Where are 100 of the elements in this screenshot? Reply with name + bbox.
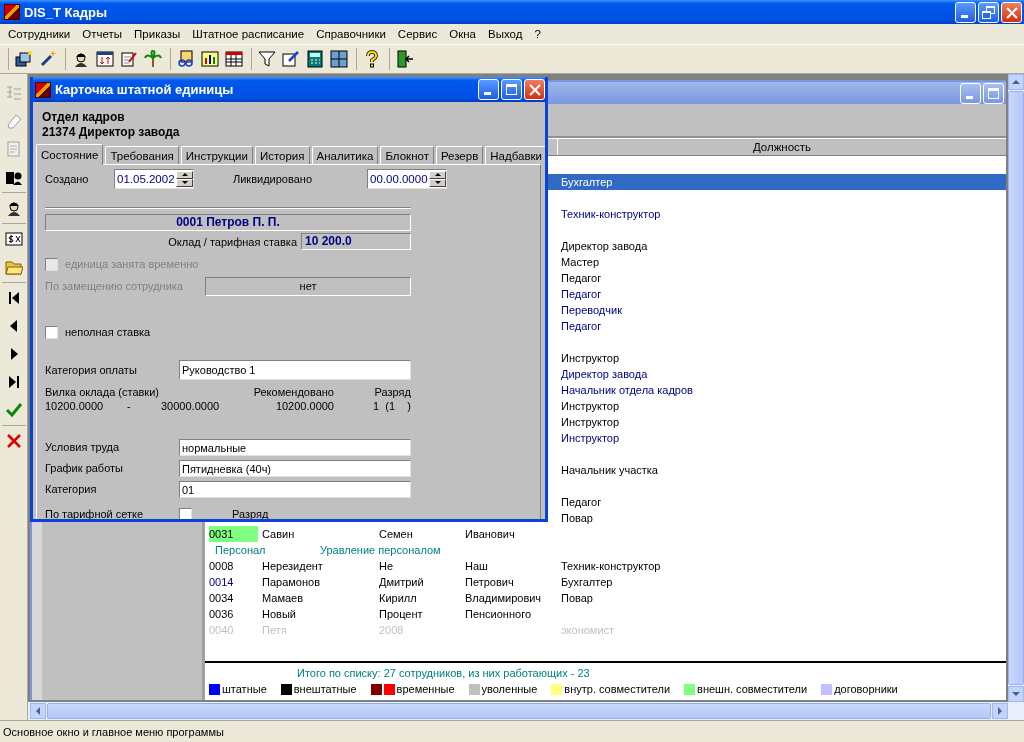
minimize-button[interactable] — [960, 82, 981, 104]
menu-item[interactable]: ? — [528, 28, 547, 40]
value-text: 1 (1 ) — [372, 399, 411, 413]
wand-icon[interactable] — [39, 50, 57, 68]
help-icon[interactable] — [363, 50, 381, 68]
tab[interactable]: Аналитика — [311, 146, 379, 164]
legend-label: временные — [396, 683, 455, 695]
status-text: Основное окно и главное меню программы — [3, 725, 224, 738]
table-cell-text: Не — [378, 559, 395, 574]
legend-label: внутр. совместители — [564, 683, 671, 695]
table-cell-text: Педагог — [560, 319, 603, 334]
field-label: Оклад / тарифная ставка — [168, 235, 297, 248]
restore-button[interactable] — [978, 1, 999, 23]
table-icon[interactable] — [225, 50, 243, 68]
maximize-button[interactable] — [501, 79, 522, 100]
scroll-right-button[interactable] — [992, 703, 1008, 719]
date-field[interactable]: 01.05.2002 — [114, 169, 194, 189]
legend-label: штатные — [222, 683, 267, 695]
checkbox-label: неполная ставка — [65, 326, 151, 338]
field-label: Категория — [45, 483, 98, 495]
minimize-button[interactable] — [955, 1, 976, 23]
scroll-down-button[interactable] — [1008, 686, 1024, 702]
field-label: Ликвидировано — [233, 173, 313, 185]
close-button[interactable] — [524, 79, 545, 100]
table-cell-text: Бухгалтер — [560, 175, 614, 190]
tab[interactable]: Блокнот — [380, 146, 434, 164]
table-cell-text: Педагог — [560, 271, 603, 286]
input-field[interactable]: нормальные — [179, 438, 411, 456]
menu-item[interactable]: Справочники — [310, 28, 392, 40]
money-document-icon[interactable] — [4, 230, 23, 248]
tab[interactable]: Надбавки — [485, 146, 545, 164]
close-button[interactable] — [1001, 1, 1022, 23]
tab[interactable]: Требования — [105, 146, 179, 164]
table-cell-text: Дмитрий — [378, 575, 425, 590]
sort-table-icon[interactable] — [96, 50, 114, 68]
horizontal-scrollbar[interactable] — [28, 702, 1024, 720]
table-cell-text: Кирилл — [378, 591, 418, 606]
table-cell-text: Петрович — [464, 575, 515, 590]
field-label: Условия труда — [45, 441, 121, 453]
chart-icon[interactable] — [201, 50, 219, 68]
menu-item[interactable]: Штатное расписание — [186, 28, 311, 40]
minimize-button[interactable] — [478, 79, 499, 100]
window-title: DIS_T Кадры — [24, 4, 109, 20]
table-cell-text: Повар — [560, 591, 594, 606]
menu-item[interactable]: Окна — [443, 28, 482, 40]
spin-down-button[interactable] — [176, 179, 193, 187]
cross-icon[interactable] — [4, 432, 23, 450]
menu-item[interactable]: Отчеты — [76, 28, 129, 40]
table-row[interactable]: 0034 Мамаев Кирилл Владимирович Повар — [205, 590, 1006, 606]
table-cell-text: Семен — [378, 527, 414, 542]
scroll-up-button[interactable] — [1008, 74, 1024, 90]
table-cell-text: Петя — [261, 623, 288, 638]
menu-item[interactable]: Выход — [482, 28, 529, 40]
list-total: Итого по списку: 27 сотрудников, из них работающих - 23 — [296, 666, 591, 681]
tab[interactable]: История — [254, 146, 310, 164]
input-field[interactable]: Пятидневка (40ч) — [179, 459, 411, 477]
checkbox[interactable] — [45, 325, 58, 339]
substitution-field: нет — [205, 276, 411, 296]
field-label: Разряд — [373, 385, 411, 399]
maximize-button[interactable] — [983, 82, 1004, 104]
document-pencil-icon[interactable] — [120, 50, 138, 68]
calculator-icon[interactable] — [306, 50, 324, 68]
date-field[interactable]: 00.00.0000 — [367, 169, 447, 189]
folder-icon[interactable] — [4, 258, 23, 276]
edit-icon[interactable] — [282, 50, 300, 68]
window-icon[interactable] — [330, 50, 348, 68]
menu-item[interactable]: Сотрудники — [2, 28, 77, 40]
table-row[interactable]: 0031 Савин Семен Иванович — [205, 526, 1006, 542]
spin-down-button[interactable] — [429, 179, 446, 187]
group-label: Уравление персоналом — [319, 543, 441, 558]
table-cell-text: 0034 — [209, 591, 235, 606]
tab[interactable]: Резерв — [435, 146, 484, 164]
filter-icon[interactable] — [258, 50, 276, 68]
menu-item[interactable]: Приказы — [128, 28, 187, 40]
table-cell-text: Пенсионного — [464, 607, 533, 622]
value-text: 30000.0000 — [161, 399, 221, 413]
checkbox[interactable] — [179, 507, 192, 519]
table-row[interactable]: 0008 Нерезидент Не Наш Техник-конструктор — [205, 558, 1006, 574]
menu-item[interactable]: Сервис — [391, 28, 444, 40]
input-field[interactable]: Руководство 1 — [179, 360, 411, 380]
field-label: Создано — [45, 173, 90, 185]
value-text: - — [127, 399, 132, 413]
table-cell-text: Наш — [464, 559, 489, 574]
unit-name: 21374 Директор завода — [42, 125, 181, 140]
exit-door-icon[interactable] — [396, 50, 414, 68]
table-cell-text: Инструктор — [560, 351, 621, 366]
scroll-thumb[interactable] — [47, 703, 991, 719]
people-icon[interactable] — [15, 50, 33, 68]
check-icon[interactable] — [4, 401, 23, 419]
scroll-left-button[interactable] — [30, 703, 46, 719]
person-icon[interactable] — [72, 50, 90, 68]
tab[interactable]: Инструкции — [180, 146, 253, 164]
table-row[interactable]: 0014 Парамонов Дмитрий Петрович Бухгалтер — [205, 574, 1006, 590]
palm-tree-icon[interactable] — [144, 50, 162, 68]
input-field[interactable]: 01 — [179, 480, 411, 498]
field-label: Рекомендовано — [252, 385, 334, 399]
tab[interactable]: Состояние — [36, 144, 104, 165]
table-cell-text: экономист — [560, 623, 616, 638]
glasses-document-icon[interactable] — [177, 50, 195, 68]
table-row[interactable]: 0036 Новый Процент Пенсионного — [205, 606, 1006, 622]
